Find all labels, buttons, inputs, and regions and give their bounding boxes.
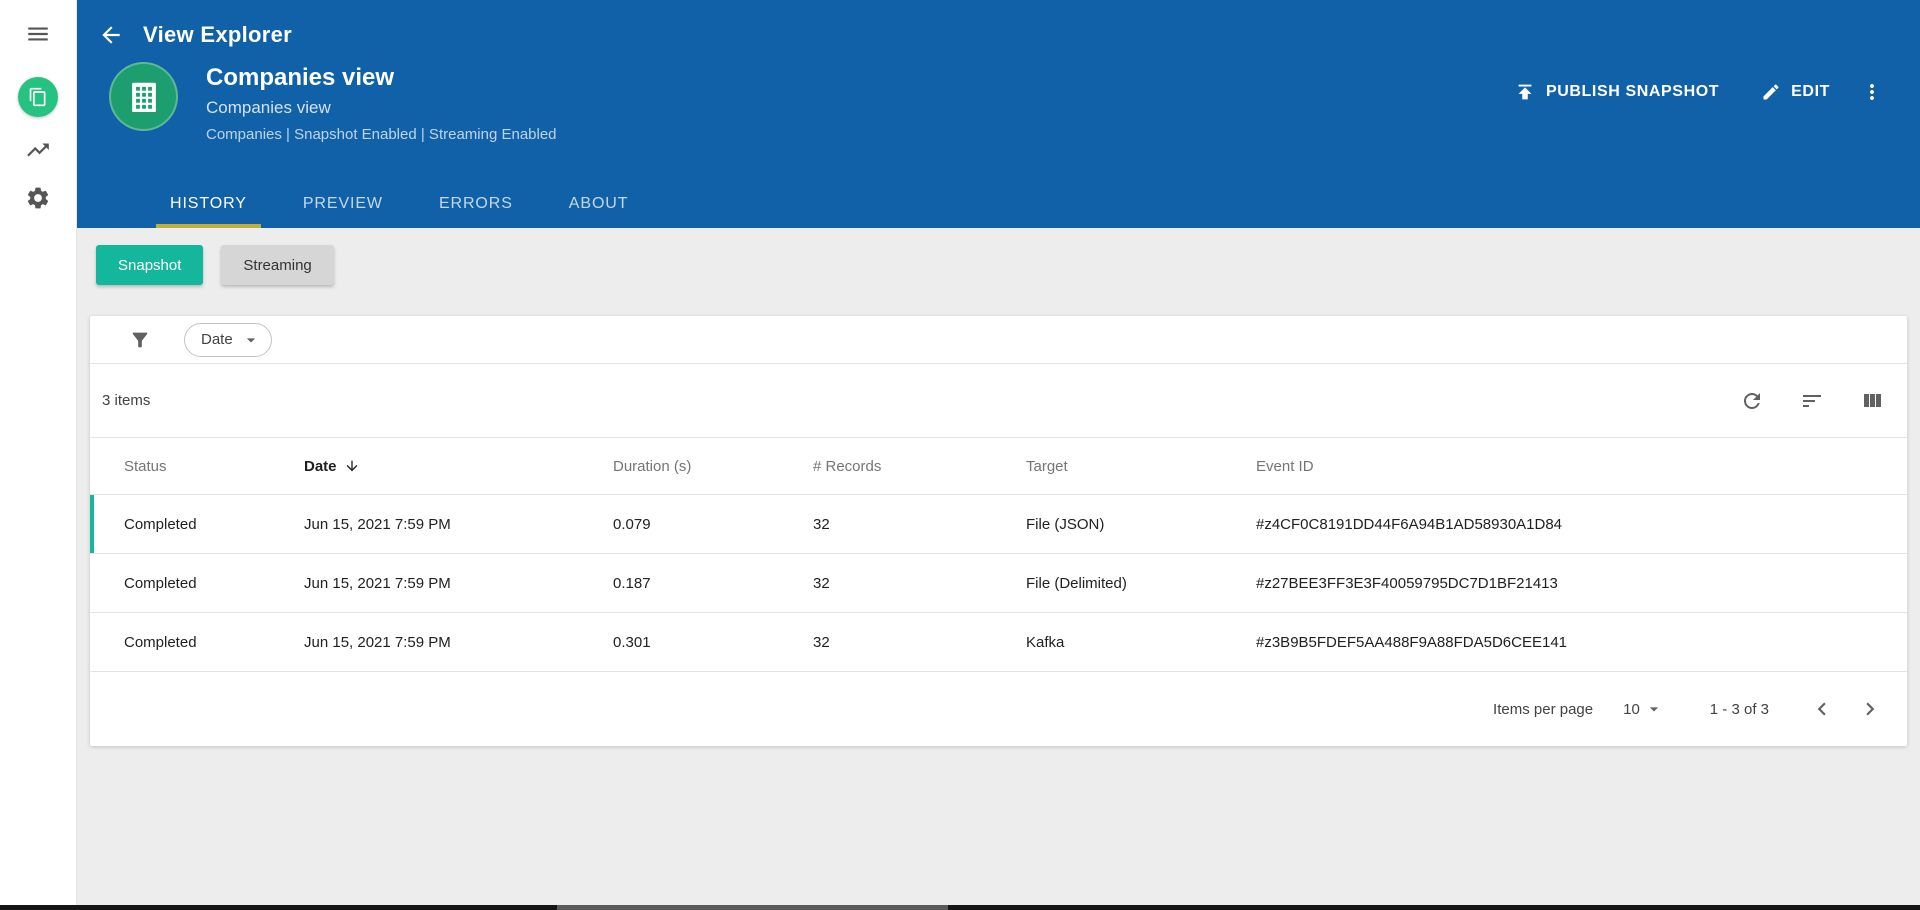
refresh-button[interactable] [1740, 389, 1764, 413]
tab-errors[interactable]: ERRORS [437, 195, 515, 228]
horizontal-scrollbar-thumb[interactable] [556, 905, 949, 910]
cell-event-id: #z4CF0C8191DD44F6A94B1AD58930A1D84 [1256, 515, 1563, 533]
cell-event-id: #z27BEE3FF3E3F40059795DC7D1BF21413 [1256, 574, 1558, 592]
cell-event-id: #z3B9B5FDEF5AA488F9A88FDA5D6CEE141 [1256, 633, 1568, 651]
next-page-button[interactable] [1857, 696, 1883, 722]
app-root: View Explorer Companies view Companies v… [0, 0, 1920, 910]
tab-about[interactable]: ABOUT [567, 195, 631, 228]
pencil-icon [1763, 84, 1779, 100]
table-row-2[interactable]: Completed Jun 15, 2021 7:59 PM 0.187 32 … [90, 554, 1907, 613]
table-toolbar-icons [1740, 389, 1884, 413]
column-header-date-label: Date [304, 457, 337, 475]
page-size-value: 10 [1623, 700, 1640, 718]
table-toolbar: 3 items [90, 363, 1907, 437]
hamburger-icon [28, 27, 48, 41]
cell-records: 32 [813, 574, 830, 592]
date-filter-chip-label: Date [201, 331, 233, 348]
back-button[interactable] [98, 22, 124, 48]
column-header-target[interactable]: Target [1026, 458, 1256, 475]
cell-records: 32 [813, 515, 830, 533]
cell-duration: 0.187 [613, 574, 651, 592]
columns-button[interactable] [1860, 389, 1884, 413]
table-header-row: Status Date Duration (s) # Records Targe… [90, 437, 1907, 495]
view-text-block: Companies view Companies view Companies … [206, 62, 557, 143]
horizontal-scrollbar-track [0, 905, 1920, 910]
avatar [109, 62, 178, 131]
cell-status: Completed [124, 633, 197, 651]
upload-icon [1518, 84, 1532, 100]
table-row-1[interactable]: Completed Jun 15, 2021 7:59 PM 0.079 32 … [90, 495, 1907, 554]
chevron-down-icon [246, 337, 255, 342]
column-header-status[interactable]: Status [124, 458, 304, 475]
header-tabs: HISTORY PREVIEW ERRORS ABOUT [156, 195, 631, 228]
cell-duration: 0.301 [613, 633, 651, 651]
items-count: 3 items [102, 392, 151, 409]
chart-button[interactable] [25, 137, 51, 163]
collections-icon [29, 87, 46, 107]
building-icon [131, 82, 156, 112]
tab-history[interactable]: HISTORY [156, 195, 261, 228]
main-area: View Explorer Companies view Companies v… [77, 0, 1920, 910]
cell-date: Jun 15, 2021 7:59 PM [304, 574, 451, 592]
cell-target: File (Delimited) [1026, 574, 1127, 592]
chevron-down-icon [1649, 707, 1658, 712]
mode-toggle-row: Snapshot Streaming [96, 245, 1920, 285]
more-options-button[interactable] [1860, 80, 1884, 104]
history-card: Date 3 items Status Date Duration (s) # … [90, 316, 1907, 746]
cell-status: Completed [124, 574, 197, 592]
page-range-label: 1 - 3 of 3 [1709, 700, 1769, 718]
cell-duration: 0.079 [613, 515, 651, 533]
columns-icon [1864, 393, 1881, 407]
column-header-duration[interactable]: Duration (s) [613, 458, 813, 475]
trending-icon [27, 143, 49, 157]
chevron-right-icon [1866, 702, 1875, 716]
page-header: View Explorer Companies view Companies v… [77, 0, 1920, 228]
sort-icon [1803, 394, 1821, 407]
streaming-toggle-button[interactable]: Streaming [221, 245, 334, 285]
settings-button[interactable] [25, 185, 51, 211]
collections-button[interactable] [18, 77, 58, 117]
cell-status: Completed [124, 515, 197, 533]
kebab-icon [1870, 84, 1874, 100]
edit-label: EDIT [1791, 83, 1830, 100]
edit-button[interactable]: EDIT [1761, 82, 1830, 102]
publish-snapshot-button[interactable]: PUBLISH SNAPSHOT [1514, 81, 1719, 103]
items-per-page-label: Items per page [1493, 700, 1594, 718]
cell-records: 32 [813, 633, 830, 651]
refresh-icon [1744, 392, 1760, 409]
date-filter-chip[interactable]: Date [184, 322, 272, 357]
snapshot-toggle-button[interactable]: Snapshot [96, 245, 204, 285]
header-actions: PUBLISH SNAPSHOT EDIT [1514, 80, 1884, 104]
page-title: View Explorer [143, 22, 293, 47]
chevron-left-icon [1817, 702, 1826, 716]
menu-button[interactable] [25, 21, 51, 47]
previous-page-button[interactable] [1809, 696, 1835, 722]
sort-button[interactable] [1800, 389, 1824, 413]
page-size-select[interactable]: 10 [1623, 699, 1664, 719]
pagination-bar: Items per page 10 1 - 3 of 3 [90, 672, 1907, 746]
sort-desc-arrow-icon [346, 460, 357, 472]
table-row-3[interactable]: Completed Jun 15, 2021 7:59 PM 0.301 32 … [90, 613, 1907, 672]
cell-target: File (JSON) [1026, 515, 1105, 533]
cell-date: Jun 15, 2021 7:59 PM [304, 633, 451, 651]
view-title: Companies view [206, 64, 395, 91]
column-header-date[interactable]: Date [304, 458, 613, 475]
cell-target: Kafka [1026, 633, 1065, 651]
left-sidebar [0, 0, 77, 910]
header-top-bar: View Explorer [77, 0, 1920, 48]
cell-date: Jun 15, 2021 7:59 PM [304, 515, 451, 533]
view-subtitle: Companies view [206, 98, 331, 117]
filter-funnel-icon[interactable] [129, 329, 151, 351]
publish-snapshot-label: PUBLISH SNAPSHOT [1545, 83, 1720, 100]
gear-icon [27, 187, 49, 209]
column-header-event-id[interactable]: Event ID [1256, 458, 1907, 475]
tab-preview[interactable]: PREVIEW [301, 195, 385, 228]
column-header-records[interactable]: # Records [813, 458, 1026, 475]
back-arrow-icon [102, 26, 120, 44]
content-area: Snapshot Streaming Date 3 items Status D… [77, 228, 1920, 910]
view-meta: Companies | Snapshot Enabled | Streaming… [206, 126, 557, 143]
filter-bar: Date [90, 316, 1907, 363]
